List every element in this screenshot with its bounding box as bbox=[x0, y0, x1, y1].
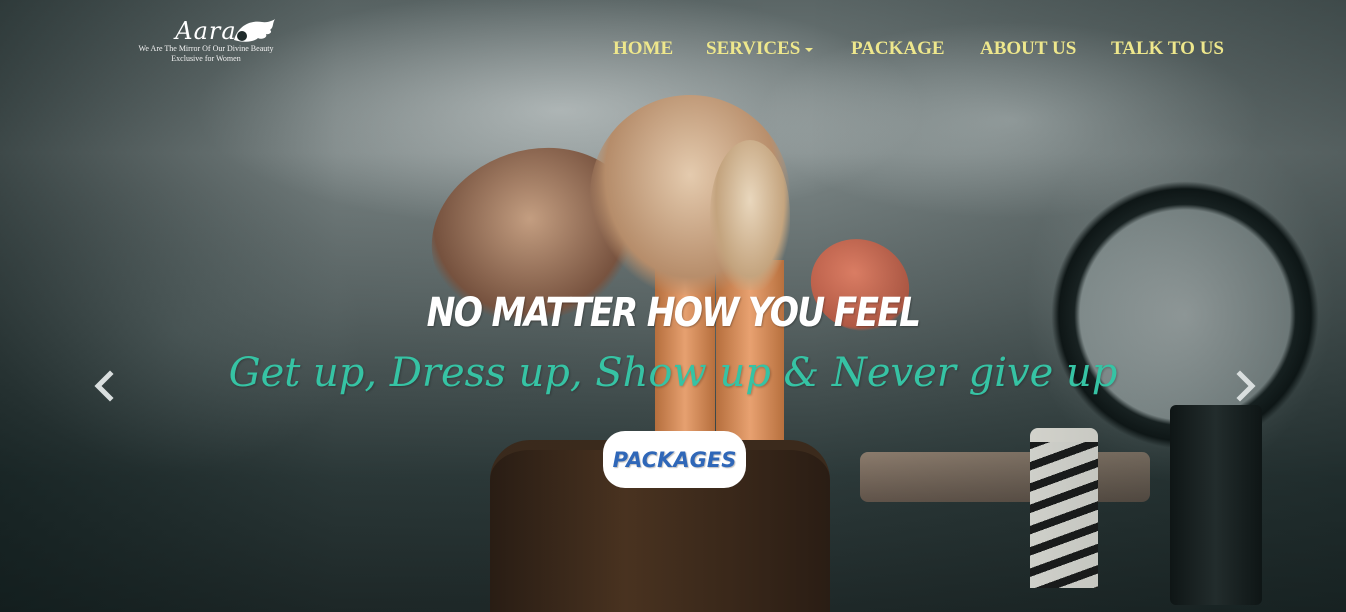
chevron-left-icon bbox=[94, 370, 114, 402]
nav-package[interactable]: PACKAGE bbox=[851, 38, 945, 60]
nav-package-label: PACKAGE bbox=[851, 38, 945, 59]
nav-about-us[interactable]: ABOUT US bbox=[980, 38, 1076, 60]
nav-about-label: ABOUT US bbox=[980, 38, 1077, 59]
chevron-right-icon bbox=[1236, 370, 1256, 402]
packages-button[interactable]: PACKAGES bbox=[603, 431, 746, 488]
nav-home-label: HOME bbox=[613, 38, 674, 59]
hero-headline: NO MATTER HOW YOU FEEL bbox=[426, 290, 921, 336]
nav-home[interactable]: HOME bbox=[613, 38, 673, 60]
caret-down-icon bbox=[805, 47, 814, 52]
hero-tagline: Get up, Dress up, Show up & Never give u… bbox=[228, 350, 1118, 396]
main-nav: HOME SERVICES PACKAGE ABOUT US TALK TO U… bbox=[0, 38, 1346, 62]
carousel-next-button[interactable] bbox=[1228, 368, 1262, 404]
nav-talk-to-us[interactable]: TALK TO US bbox=[1111, 38, 1224, 60]
carousel-prev-button[interactable] bbox=[88, 368, 122, 404]
nav-talk-label: TALK TO US bbox=[1111, 38, 1224, 59]
nav-services-label: SERVICES bbox=[706, 38, 801, 59]
nav-services-dropdown[interactable]: SERVICES bbox=[706, 38, 814, 60]
